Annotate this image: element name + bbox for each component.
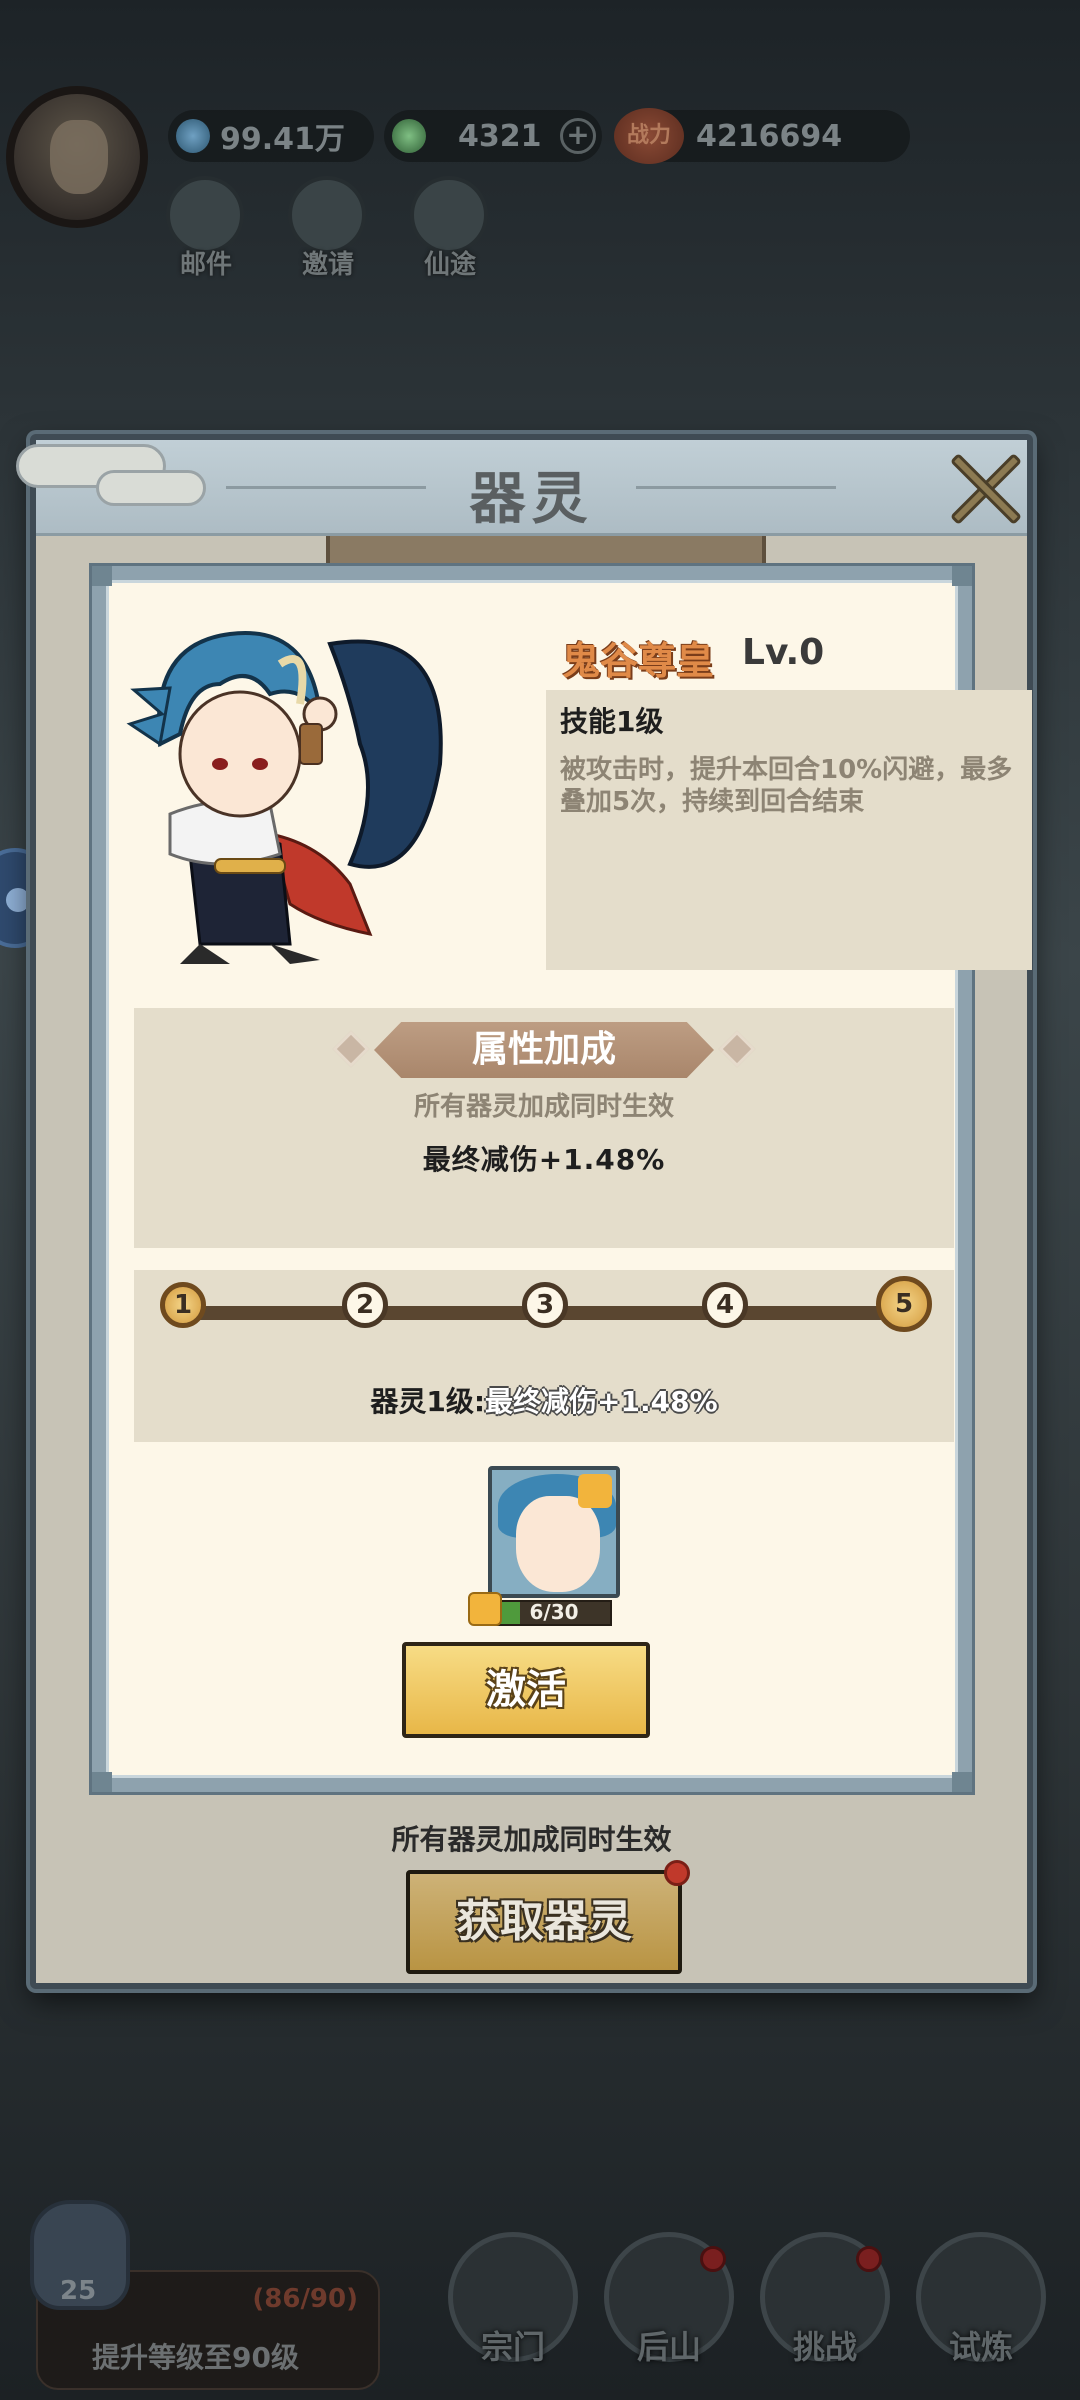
jade-value: 4321 — [458, 118, 542, 154]
coin-counter: 99.41万 — [168, 110, 374, 162]
coin-icon — [176, 119, 210, 153]
level-node-2[interactable]: 2 — [342, 1282, 388, 1328]
level-effect-value: 最终减伤+1.48% — [485, 1385, 718, 1418]
modal-title: 器灵 — [469, 467, 594, 532]
power-badge-icon: 战力 — [614, 108, 684, 164]
level-node-1[interactable]: 1 — [160, 1282, 206, 1328]
attribute-bonus-title: 属性加成 — [374, 1022, 714, 1078]
nav-challenge-label: 挑战 — [792, 2328, 857, 2366]
spirit-detail-panel: 鬼谷尊皇 Lv.0 技能1级 被攻击时，提升本回合10%闪避，最多叠加5次，持续… — [92, 566, 1032, 1792]
frame-corner — [92, 566, 112, 586]
nav-mountain-label: 后山 — [636, 2328, 701, 2366]
fragment-count: 6/30 — [529, 1600, 579, 1624]
quest-progress: (86/90) — [252, 2284, 358, 2314]
power-value: 4216694 — [696, 118, 843, 154]
mail-icon — [166, 176, 244, 254]
quest-level: 25 — [60, 2276, 97, 2306]
path-label: 仙途 — [423, 250, 476, 280]
hero-level: Lv.0 — [742, 632, 825, 673]
level-node-3[interactable]: 3 — [522, 1282, 568, 1328]
mail-label: 邮件 — [179, 250, 232, 280]
nav-sect-label: 宗门 — [480, 2328, 545, 2366]
quest-text: 提升等级至90级 — [92, 2341, 299, 2374]
spirit-level-panel: 1 2 3 4 5 器灵1级:最终减伤+1.48% — [134, 1270, 954, 1442]
level-effect-text: 器灵1级:最终减伤+1.48% — [134, 1380, 954, 1420]
level-node-4[interactable]: 4 — [702, 1282, 748, 1328]
skill-title: 技能1级 — [560, 705, 664, 738]
add-jade-button[interactable]: + — [560, 118, 596, 154]
attribute-bonus-panel: 属性加成 所有器灵加成同时生效 最终减伤+1.48% — [134, 1008, 954, 1248]
banner-diamond-decoration — [718, 1030, 756, 1068]
notification-dot — [700, 2246, 726, 2272]
invite-label: 邀请 — [301, 250, 354, 280]
attribute-bonus-note: 所有器灵加成同时生效 — [413, 1092, 674, 1122]
modal-header: 器灵 — [16, 440, 1027, 536]
banner-diamond-decoration — [332, 1030, 370, 1068]
nav-trial-label: 试炼 — [948, 2328, 1013, 2366]
skill-panel: 技能1级 被攻击时，提升本回合10%闪避，最多叠加5次，持续到回合结束 — [546, 690, 1032, 970]
frame-corner — [92, 1772, 112, 1792]
invite-button[interactable]: 邀请 — [288, 176, 368, 281]
invite-icon — [288, 176, 366, 254]
fragment-icon — [468, 1592, 502, 1626]
notification-dot — [856, 2246, 882, 2272]
power-counter: 战力 4216694 — [614, 108, 910, 164]
jade-counter: 4321 + — [384, 110, 602, 162]
notification-dot — [664, 1860, 690, 1886]
hero-name: 鬼谷尊皇 — [562, 639, 715, 683]
puzzle-piece-icon — [578, 1474, 612, 1508]
attribute-bonus-value: 最终减伤+1.48% — [422, 1143, 666, 1176]
coin-value: 99.41万 — [220, 122, 345, 157]
spirit-modal: 器灵 鬼谷尊皇 Lv.0 技能1级 被攻击时，提升本回合10%闪避，最多叠加5次… — [16, 434, 1033, 1989]
get-spirit-button[interactable]: 获取器灵 — [406, 1870, 682, 1974]
level-effect-prefix: 器灵1级: — [370, 1385, 486, 1418]
footer-note: 所有器灵加成同时生效 — [391, 1823, 672, 1856]
path-icon — [410, 176, 488, 254]
frame-corner — [952, 566, 972, 586]
activate-button[interactable]: 激活 — [402, 1642, 650, 1738]
skill-description: 被攻击时，提升本回合10%闪避，最多叠加5次，持续到回合结束 — [560, 755, 1013, 817]
level-node-5[interactable]: 5 — [876, 1276, 932, 1332]
frame-corner — [952, 1772, 972, 1792]
fragment-progress-bar: 6/30 — [496, 1600, 612, 1626]
spirit-fragment-card[interactable] — [488, 1466, 620, 1598]
fragment-face — [516, 1496, 600, 1592]
path-button[interactable]: 仙途 — [410, 176, 490, 281]
mail-button[interactable]: 邮件 — [166, 176, 246, 281]
jade-icon — [392, 119, 426, 153]
player-avatar — [6, 86, 148, 228]
close-button[interactable] — [944, 448, 1024, 528]
hero-portrait — [126, 631, 443, 964]
